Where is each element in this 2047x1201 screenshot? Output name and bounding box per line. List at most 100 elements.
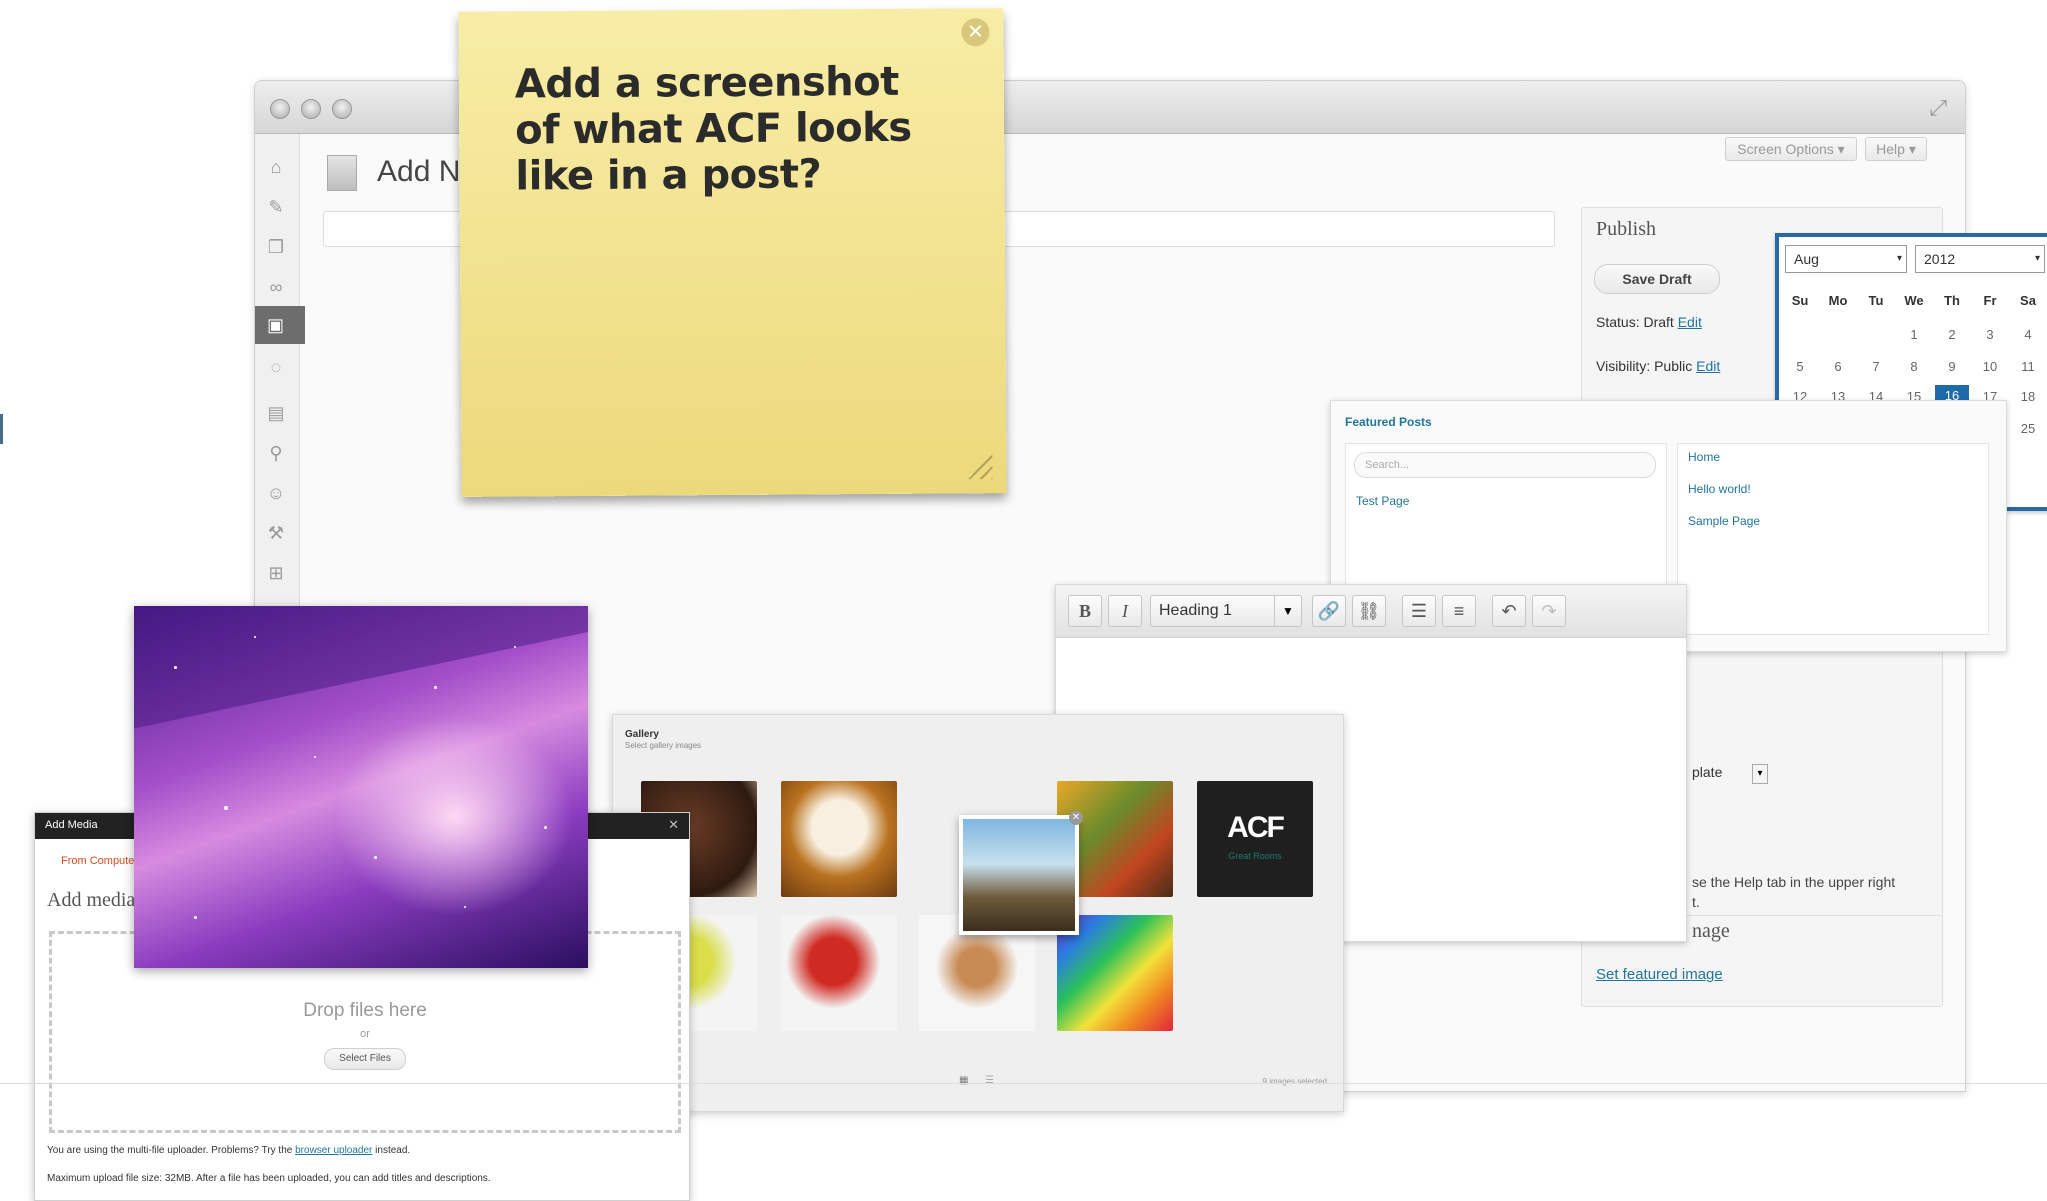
- year-select-arrow: ▾: [2034, 253, 2040, 264]
- save-draft-button[interactable]: Save Draft: [1594, 264, 1720, 294]
- left-edge-fragment: [0, 414, 3, 444]
- numbered-list-icon[interactable]: ≡: [1442, 595, 1476, 627]
- publish-title: Publish: [1596, 218, 1657, 240]
- calendar-day[interactable]: 7: [1859, 359, 1893, 374]
- help-text-2: t.: [1692, 894, 1700, 910]
- pages-icon[interactable]: ▣: [255, 306, 305, 344]
- calendar-day[interactable]: 1: [1897, 327, 1931, 342]
- calendar-day[interactable]: 8: [1897, 359, 1931, 374]
- gallery-grid-view-icon[interactable]: ▦: [959, 1075, 968, 1086]
- help-button[interactable]: Help ▾: [1865, 137, 1927, 161]
- users-icon[interactable]: ☺: [265, 482, 287, 504]
- italic-button[interactable]: I: [1108, 595, 1142, 627]
- browser-uploader-link[interactable]: browser uploader: [295, 1145, 372, 1156]
- visibility-edit-link[interactable]: Edit: [1696, 358, 1720, 374]
- set-featured-image-link[interactable]: Set featured image: [1596, 966, 1723, 983]
- featured-right-item[interactable]: Home: [1688, 450, 1720, 464]
- featured-left-item[interactable]: Test Page: [1356, 494, 1409, 508]
- calendar-day[interactable]: 9: [1935, 359, 1969, 374]
- star: [224, 806, 228, 810]
- calendar-day[interactable]: 3: [1973, 327, 2007, 342]
- status-label: Status: Draft: [1596, 314, 1674, 330]
- year-select[interactable]: 2012 ▾: [1915, 245, 2045, 273]
- star: [254, 636, 256, 638]
- calendar-day[interactable]: 11: [2011, 359, 2045, 374]
- calendar-day[interactable]: 4: [2011, 327, 2045, 342]
- calendar-day[interactable]: 2: [1935, 327, 1969, 342]
- featured-right-panel: Home Hello world! Sample Page: [1677, 443, 1989, 635]
- bold-button[interactable]: B: [1068, 595, 1102, 627]
- calendar-day[interactable]: 5: [1783, 359, 1817, 374]
- appearance-icon[interactable]: ▤: [265, 402, 287, 424]
- calendar-day[interactable]: 10: [1973, 359, 2007, 374]
- comments-icon[interactable]: ◌: [265, 356, 287, 378]
- template-select-arrow[interactable]: ▾: [1752, 764, 1768, 784]
- zoom-traffic-light[interactable]: [332, 99, 352, 119]
- resize-icon[interactable]: [964, 451, 992, 479]
- galaxy-dark-band: [134, 606, 588, 733]
- gallery-thumb-acf[interactable]: ACF Great Rooms: [1197, 781, 1313, 897]
- remove-icon[interactable]: ✕: [1069, 811, 1083, 825]
- weekday-mo: Mo: [1828, 293, 1848, 308]
- bullet-list-icon[interactable]: ☰: [1402, 595, 1436, 627]
- gallery-list-view-icon[interactable]: ☰: [985, 1075, 994, 1086]
- month-select-arrow: ▾: [1896, 253, 1902, 264]
- gallery-thumb-dragging[interactable]: ✕: [959, 811, 1083, 935]
- from-computer-tab[interactable]: From Computer: [61, 855, 138, 867]
- star: [434, 686, 437, 689]
- uploader-note-post: instead.: [375, 1145, 411, 1156]
- featured-right-item[interactable]: Sample Page: [1688, 514, 1760, 528]
- star: [544, 826, 547, 829]
- format-select[interactable]: Heading 1 ▼: [1150, 595, 1302, 627]
- featured-right-item[interactable]: Hello world!: [1688, 482, 1751, 496]
- sticky-note[interactable]: ✕ Add a screenshot of what ACF looks lik…: [458, 8, 1007, 497]
- featured-posts-title: Featured Posts: [1345, 415, 1432, 429]
- weekday-sa: Sa: [2020, 293, 2036, 308]
- format-select-value: Heading 1: [1159, 602, 1232, 619]
- weekday-su: Su: [1791, 293, 1809, 308]
- gallery-thumb-red-chair[interactable]: [781, 915, 897, 1031]
- redo-icon[interactable]: ↷: [1532, 595, 1566, 627]
- star: [514, 646, 516, 648]
- add-media-title: Add media: [47, 889, 136, 911]
- gallery-thumb-cupcake[interactable]: [781, 781, 897, 897]
- minimize-traffic-light[interactable]: [301, 99, 321, 119]
- pin-icon[interactable]: ✎: [265, 196, 287, 218]
- calendar-day[interactable]: 6: [1821, 359, 1855, 374]
- star: [174, 666, 177, 669]
- link-icon[interactable]: 🔗: [1312, 595, 1346, 627]
- weekday-fr: Fr: [1983, 293, 1997, 308]
- drop-files-text: Drop files here: [303, 1000, 427, 1021]
- uploader-note-pre: You are using the multi-file uploader. P…: [47, 1145, 293, 1156]
- media-icon[interactable]: ❐: [265, 236, 287, 258]
- close-icon[interactable]: ✕: [961, 18, 990, 47]
- close-icon[interactable]: ✕: [668, 817, 679, 833]
- screen-options-button[interactable]: Screen Options ▾: [1725, 137, 1857, 161]
- month-select[interactable]: Aug ▾: [1785, 245, 1907, 273]
- dashboard-icon[interactable]: ⌂: [265, 156, 287, 178]
- galaxy-glow: [334, 716, 574, 916]
- settings-icon[interactable]: ⊞: [265, 562, 287, 584]
- star: [374, 856, 377, 859]
- uploader-note: You are using the multi-file uploader. P…: [47, 1145, 410, 1156]
- undo-icon[interactable]: ↶: [1492, 595, 1526, 627]
- star: [464, 906, 466, 908]
- unlink-icon[interactable]: ⛓: [1352, 595, 1386, 627]
- acf-logo: ACF: [1227, 811, 1285, 844]
- star: [194, 916, 197, 919]
- plugins-icon[interactable]: ⚲: [265, 442, 287, 464]
- editor-toolbar: B I Heading 1 ▼ 🔗 ⛓ ☰ ≡ ↶ ↷: [1056, 585, 1686, 638]
- calendar-day[interactable]: 25: [2011, 421, 2045, 436]
- or-text: or: [360, 1028, 370, 1040]
- gallery-subtitle: Select gallery images: [625, 741, 702, 750]
- expand-icon[interactable]: ⤢: [1929, 95, 1947, 121]
- status-edit-link[interactable]: Edit: [1678, 314, 1702, 330]
- calendar-day[interactable]: 18: [2011, 389, 2045, 404]
- link-icon[interactable]: ∞: [265, 276, 287, 298]
- tools-icon[interactable]: ⚒: [265, 522, 287, 544]
- visibility-label: Visibility: Public: [1596, 358, 1693, 374]
- help-text: se the Help tab in the upper right: [1692, 874, 1896, 890]
- select-files-button[interactable]: Select Files: [324, 1048, 406, 1070]
- close-traffic-light[interactable]: [270, 99, 290, 119]
- featured-search-input[interactable]: Search...: [1354, 452, 1656, 478]
